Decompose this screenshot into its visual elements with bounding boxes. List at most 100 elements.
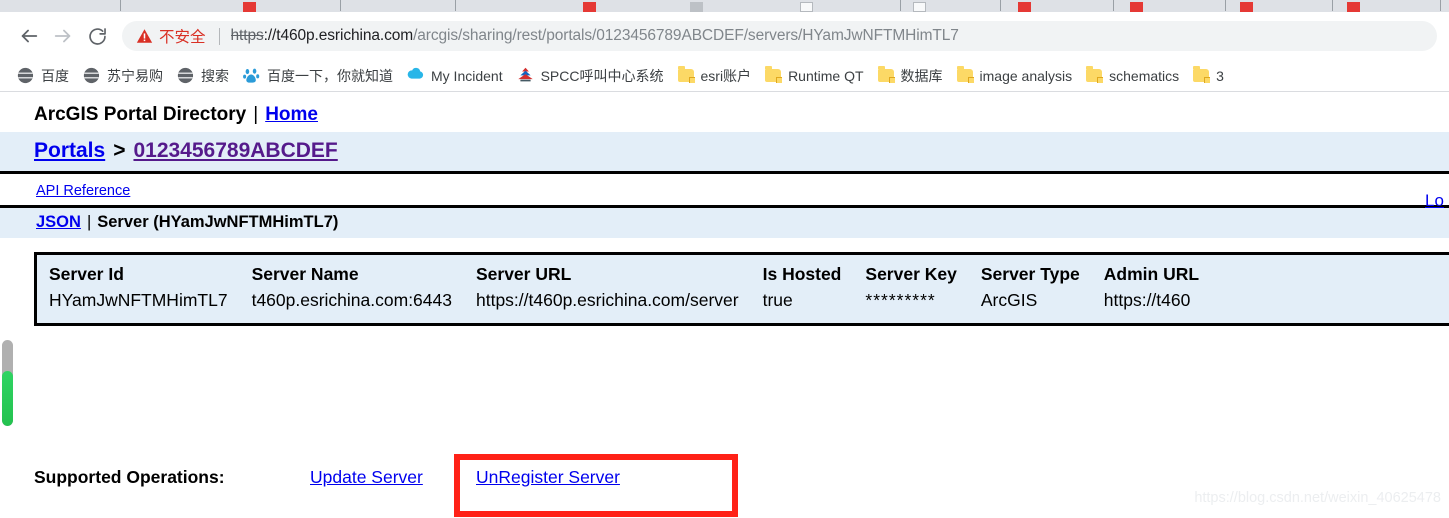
url-scheme: https [230, 27, 264, 44]
page-content: ArcGIS Portal Directory | Home Lo Portal… [0, 92, 1449, 518]
folder-icon [1086, 66, 1104, 83]
bookmark-item[interactable]: 3 [1186, 64, 1231, 88]
bookmark-item[interactable]: Runtime QT [758, 64, 870, 88]
table-header-row: Server Id Server Name Server URL Is Hosted S… [37, 263, 1211, 290]
table-header-cell: Is Hosted [762, 264, 842, 284]
bookmark-label: My Incident [431, 67, 503, 84]
table-header-cell: Server URL [475, 264, 572, 284]
bookmark-item[interactable]: 搜索 [170, 64, 236, 88]
tab-separator [120, 0, 121, 11]
bookmark-item[interactable]: schematics [1079, 64, 1186, 88]
bookmark-label: image analysis [979, 67, 1073, 84]
table-cell: HYamJwNFTMHimTL7 [49, 290, 228, 310]
spcc-icon [517, 67, 534, 84]
table-header-cell: Server Name [251, 264, 359, 284]
tab-favicon[interactable] [1240, 2, 1253, 12]
bookmark-label: schematics [1109, 67, 1180, 84]
folder-icon [765, 66, 783, 83]
tab-favicon[interactable] [1347, 2, 1360, 12]
folder-icon [956, 66, 974, 83]
url-text[interactable]: https://t460p.esrichina.com/arcgis/shari… [231, 27, 959, 45]
baidu-paw-icon [243, 67, 260, 84]
tab-separator [1225, 0, 1226, 11]
folder-icon [677, 66, 695, 83]
tab-separator [1113, 0, 1114, 11]
forward-arrow-icon[interactable] [46, 19, 80, 53]
url-host: t460p.esrichina.com [276, 27, 414, 44]
tab-separator [900, 0, 901, 11]
browser-toolbar: 不安全 https://t460p.esrichina.com/arcgis/s… [0, 12, 1449, 60]
not-secure-label: 不安全 [159, 29, 206, 46]
resource-header-bar: JSON | Server (HYamJwNFTMHimTL7) [0, 205, 1449, 238]
globe-icon [17, 67, 37, 84]
tab-favicon[interactable] [243, 2, 256, 12]
table-header-cell: Server Key [865, 264, 957, 284]
bookmark-item[interactable]: 百度 [10, 64, 76, 88]
table-cell: https://t460 [1103, 290, 1191, 310]
table-header-cell: Server Id [49, 264, 124, 284]
breadcrumb-portals-link[interactable]: Portals [34, 139, 105, 162]
tab-separator [1332, 0, 1333, 11]
scroll-indicator-fill [2, 370, 13, 426]
tab-favicon[interactable] [800, 2, 813, 12]
bookmark-item[interactable]: 数据库 [871, 64, 950, 88]
back-arrow-icon[interactable] [12, 19, 46, 53]
bookmark-item[interactable]: esri账户 [671, 64, 759, 88]
bookmarks-bar[interactable]: 百度 苏宁易购 搜索 百度一下，你就知道 My Incident SPCC呼叫中心系统 es… [0, 60, 1449, 92]
table-header-cell: Admin URL [1103, 264, 1200, 284]
tab-favicon[interactable] [690, 2, 703, 12]
api-reference-row: API Reference [0, 174, 1449, 205]
bookmark-item[interactable]: image analysis [950, 64, 1080, 88]
tab-strip[interactable] [0, 0, 1449, 12]
bookmark-label: esri账户 [700, 67, 752, 84]
bookmark-item[interactable]: 苏宁易购 [76, 64, 170, 88]
tab-favicon[interactable] [1018, 2, 1031, 12]
bookmark-item[interactable]: 百度一下，你就知道 [236, 64, 400, 88]
update-server-link[interactable]: Update Server [310, 467, 423, 488]
table-header-cell: Server Type [980, 264, 1080, 284]
watermark-text: https://blog.csdn.net/weixin_40625478 [1194, 490, 1441, 506]
page-title: ArcGIS Portal Directory | Home [0, 92, 1449, 132]
server-table-container: Server Id Server Name Server URL Is Hosted S… [34, 252, 1449, 326]
globe-icon [83, 67, 103, 84]
unregister-server-link[interactable]: UnRegister Server [476, 467, 620, 488]
address-bar[interactable]: 不安全 https://t460p.esrichina.com/arcgis/s… [122, 21, 1437, 51]
table-row: HYamJwNFTMHimTL7 t460p.esrichina.com:6443… [37, 290, 1211, 313]
json-pipe: | [86, 213, 92, 231]
table-cell: ********* [865, 290, 936, 310]
table-cell: ArcGIS [980, 290, 1038, 310]
bookmark-label: SPCC呼叫中心系统 [540, 67, 664, 84]
table-cell: https://t460p.esrichina.com/server [475, 290, 739, 310]
bookmark-label: 搜索 [201, 67, 229, 84]
tab-favicon[interactable] [583, 2, 596, 12]
folder-icon [877, 66, 895, 83]
bookmark-item[interactable]: My Incident [400, 64, 510, 88]
bookmark-item[interactable]: SPCC呼叫中心系统 [510, 64, 671, 88]
url-path: /arcgis/sharing/rest/portals/0123456789A… [413, 27, 959, 44]
supported-operations: Supported Operations: Update Server UnRe… [34, 467, 620, 488]
bookmark-label: 百度 [41, 67, 69, 84]
folder-icon [1193, 66, 1211, 83]
api-reference-link[interactable]: API Reference [36, 183, 130, 199]
json-link[interactable]: JSON [36, 213, 81, 231]
bookmark-label: 苏宁易购 [107, 67, 163, 84]
logout-link[interactable]: Lo [1425, 191, 1449, 211]
supported-operations-label: Supported Operations: [34, 467, 225, 487]
left-scroll-indicator[interactable] [2, 340, 13, 426]
table-cell: true [762, 290, 793, 310]
tab-favicon[interactable] [1130, 2, 1143, 12]
home-link[interactable]: Home [265, 104, 318, 126]
server-table: Server Id Server Name Server URL Is Hosted S… [37, 263, 1211, 313]
warning-triangle-icon [136, 29, 153, 43]
browser-chrome: 不安全 https://t460p.esrichina.com/arcgis/s… [0, 0, 1449, 92]
app-title-text: ArcGIS Portal Directory [34, 104, 247, 125]
breadcrumb-arrow: > [113, 139, 126, 162]
reload-icon[interactable] [80, 19, 114, 53]
omnibox-divider [218, 27, 220, 45]
tab-favicon[interactable] [913, 2, 926, 12]
tab-separator [340, 0, 341, 11]
breadcrumb-portal-id-link[interactable]: 0123456789ABCDEF [133, 139, 337, 162]
security-status[interactable]: 不安全 [136, 25, 206, 47]
breadcrumb: Portals >0123456789ABCDEF [0, 132, 1449, 174]
title-separator: | [253, 104, 259, 125]
